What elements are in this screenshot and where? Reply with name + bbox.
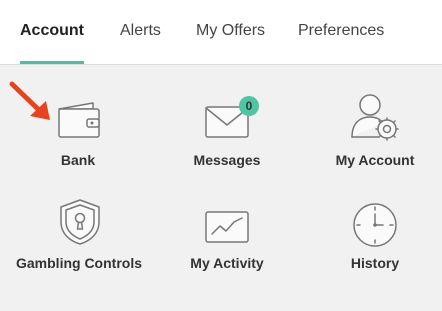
bank-tile[interactable]: Bank — [18, 95, 138, 170]
messages-label: Messages — [193, 152, 261, 168]
wallet-icon — [58, 102, 100, 138]
history-tile[interactable]: History — [315, 196, 435, 274]
unread-count-badge: 0 — [239, 96, 259, 116]
my-activity-tile[interactable]: My Activity — [167, 196, 287, 274]
history-label: History — [350, 255, 400, 271]
clock-icon — [353, 203, 397, 247]
my-account-tile[interactable]: My Account — [315, 91, 435, 170]
bank-label: Bank — [60, 152, 96, 168]
tab-my-offers[interactable]: My Offers — [196, 22, 265, 64]
activity-chart-icon — [205, 211, 249, 243]
user-settings-icon — [351, 94, 399, 141]
gambling-controls-label: Gambling Controls — [16, 255, 142, 271]
tab-preferences[interactable]: Preferences — [298, 22, 384, 64]
gambling-controls-tile[interactable]: Gambling Controls — [14, 196, 144, 274]
messages-tile[interactable]: 0 Messages — [167, 95, 287, 170]
shield-lock-icon — [60, 199, 100, 245]
tab-alerts[interactable]: Alerts — [120, 22, 161, 64]
my-account-label: My Account — [335, 152, 415, 168]
tab-account[interactable]: Account — [20, 22, 84, 64]
account-menu-grid: Bank 0 Messages My Account Gambling Cont — [0, 65, 442, 311]
tab-bar: Account Alerts My Offers Preferences — [0, 0, 442, 65]
my-activity-label: My Activity — [190, 255, 264, 271]
